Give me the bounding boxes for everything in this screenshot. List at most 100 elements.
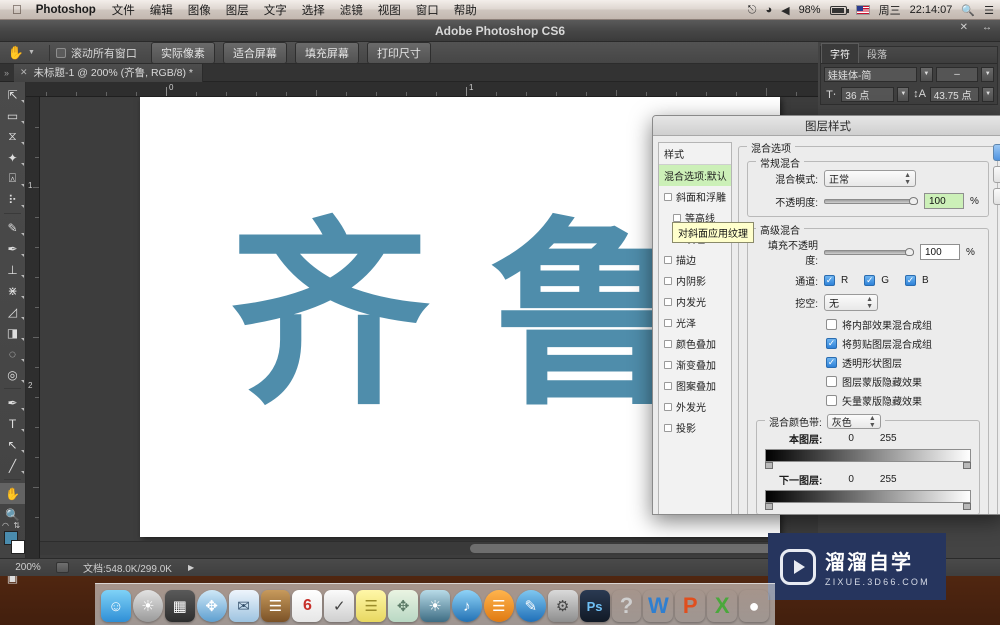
crop-tool[interactable]: ⍓ [0, 168, 25, 189]
slider-knob[interactable] [905, 248, 914, 256]
checkbox[interactable] [664, 297, 672, 306]
menu-item-help[interactable]: 帮助 [454, 2, 477, 18]
channel-b-checkbox[interactable]: ✓ [905, 275, 917, 286]
chevron-down-icon[interactable]: ▼ [981, 66, 994, 82]
volume-icon[interactable]: ◀ [781, 4, 789, 17]
hand-tool-icon[interactable]: ✋ [6, 44, 26, 62]
underlying-layer-ramp[interactable] [765, 490, 971, 510]
vector-mask-hides-effects-checkbox[interactable] [826, 395, 837, 406]
transparency-shapes-layer-checkbox[interactable]: ✓ [826, 357, 837, 368]
fill-opacity-slider[interactable] [824, 247, 914, 257]
clock-time[interactable]: 22:14:07 [910, 4, 953, 16]
new-style-button[interactable] [993, 188, 1000, 205]
checkbox[interactable] [664, 318, 672, 327]
blend-mode-select[interactable]: 正常 ▲ ▼ [824, 170, 916, 187]
tab-character[interactable]: 字符 [821, 43, 859, 63]
style-item-satin[interactable]: 光泽 [659, 312, 731, 333]
checkbox[interactable] [664, 360, 672, 369]
chevron-down-icon[interactable]: ▼ [28, 49, 35, 56]
opacity-slider[interactable] [824, 196, 918, 206]
cancel-button[interactable] [993, 166, 1000, 183]
menu-item-window[interactable]: 窗口 [416, 2, 439, 18]
chevron-right-icon[interactable]: ▶ [188, 563, 194, 572]
dodge-tool[interactable]: ◎ [0, 364, 25, 385]
background-color-swatch[interactable] [11, 540, 25, 554]
vector-mask-hides-effects-row[interactable]: 矢量蒙版隐藏效果 [826, 393, 980, 408]
dock-item-help-viewer[interactable]: ? [612, 590, 642, 622]
scroll-all-windows-checkbox[interactable] [55, 47, 66, 58]
style-item-pattern-overlay[interactable]: 图案叠加 [659, 375, 731, 396]
print-size-button[interactable]: 打印尺寸 [366, 41, 431, 64]
notification-center-icon[interactable]: ☰ [984, 4, 994, 17]
checkbox[interactable] [664, 381, 672, 390]
checkbox[interactable] [664, 402, 672, 411]
checkbox[interactable] [664, 255, 672, 264]
this-layer-max[interactable]: 255 [880, 433, 897, 444]
color-swatches[interactable]: ◠ ⇅ [0, 521, 25, 559]
wifi-icon[interactable]: ◕ [765, 4, 772, 16]
vertical-ruler[interactable]: 1 2 [26, 97, 40, 558]
menu-item-type[interactable]: 文字 [264, 2, 287, 18]
pen-tool[interactable]: ✒ [0, 392, 25, 413]
chevron-down-icon[interactable]: ▼ [919, 66, 933, 82]
search-icon[interactable]: 🔍 [961, 4, 975, 17]
expand-icon[interactable]: ↔ [982, 22, 992, 33]
dock-item-safari[interactable]: ✥ [196, 590, 227, 622]
eyedropper-tool[interactable]: ⠗ [0, 189, 25, 210]
healing-brush-tool[interactable]: ✎ [0, 217, 25, 238]
line-shape-tool[interactable]: ╱ [0, 455, 25, 476]
default-colors-icon[interactable]: ◠ ⇅ [2, 521, 20, 530]
type-tool[interactable]: T [0, 413, 25, 434]
menu-item-image[interactable]: 图像 [188, 2, 211, 18]
clone-stamp-tool[interactable]: ⊥ [0, 259, 25, 280]
ramp-slider-right[interactable] [963, 462, 971, 469]
underlying-layer-max[interactable]: 255 [880, 474, 897, 485]
apple-icon[interactable]:  [12, 3, 22, 16]
menu-item-file[interactable]: 文件 [112, 2, 135, 18]
dock-item-ibooks[interactable]: ☰ [483, 590, 514, 622]
brush-tool[interactable]: ✒ [0, 238, 25, 259]
menu-item-edit[interactable]: 编辑 [150, 2, 173, 18]
eraser-tool[interactable]: ◿ [0, 301, 25, 322]
tab-paragraph[interactable]: 段落 [859, 44, 895, 63]
dock-item-maps[interactable]: ✥ [388, 590, 419, 622]
marquee-tool[interactable]: ▭ [0, 105, 25, 126]
path-selection-tool[interactable]: ↖ [0, 434, 25, 455]
dock-item-system-preferences[interactable]: ⚙ [547, 590, 578, 622]
channel-r-checkbox[interactable]: ✓ [824, 275, 835, 286]
style-item-inner-shadow[interactable]: 内阴影 [659, 270, 731, 291]
style-item-stroke[interactable]: 描边 [659, 249, 731, 270]
dock-item-wps-spreadsheet[interactable]: X [707, 590, 737, 622]
blur-tool[interactable]: ◌ [0, 343, 25, 364]
document-tab[interactable]: ✕ 未标题-1 @ 200% (齐鲁, RGB/8) * [14, 63, 203, 82]
dock-item-finder[interactable]: ☺ [101, 590, 131, 622]
this-layer-ramp[interactable] [765, 449, 971, 469]
checkbox[interactable] [664, 339, 672, 348]
gradient-tool[interactable]: ◨ [0, 322, 25, 343]
lasso-tool[interactable]: ⧖ [0, 126, 25, 147]
dock-item-wps-writer[interactable]: W [643, 590, 673, 622]
dock-item-penguin-app[interactable]: ● [739, 590, 769, 622]
font-size-field[interactable]: 36 点 [841, 86, 895, 102]
dock-item-calendar[interactable]: 6 [292, 590, 323, 622]
bluetooth-icon[interactable]: ⎋ [748, 4, 757, 17]
blend-clipped-layers-row[interactable]: ✓ 将剪贴图层混合成组 [826, 336, 980, 351]
close-icon[interactable]: ✕ [20, 67, 28, 78]
dock-item-notes[interactable]: ☰ [356, 590, 387, 622]
dock-item-mission-control[interactable]: ▦ [164, 590, 195, 622]
font-family-field[interactable]: 娃娃体-简 [824, 66, 917, 82]
checkbox[interactable] [664, 192, 672, 201]
font-style-field[interactable]: – [935, 66, 979, 82]
underlying-layer-min[interactable]: 0 [848, 474, 854, 485]
opacity-input[interactable]: 100 [924, 193, 964, 209]
blend-if-channel-select[interactable]: 灰色 ▲ ▼ [826, 414, 881, 429]
style-item-blending-options[interactable]: 混合选项:默认 [659, 165, 731, 186]
magic-wand-tool[interactable]: ✦ [0, 147, 25, 168]
dock-item-reminders[interactable]: ✓ [324, 590, 355, 622]
tab-overflow-icon[interactable]: ›› [0, 68, 14, 78]
move-tool[interactable]: ⇱ [0, 84, 25, 105]
dock-item-mail[interactable]: ✉ [228, 590, 259, 622]
menu-item-select[interactable]: 选择 [302, 2, 325, 18]
style-item-inner-glow[interactable]: 内发光 [659, 291, 731, 312]
style-item-drop-shadow[interactable]: 投影 [659, 417, 731, 438]
